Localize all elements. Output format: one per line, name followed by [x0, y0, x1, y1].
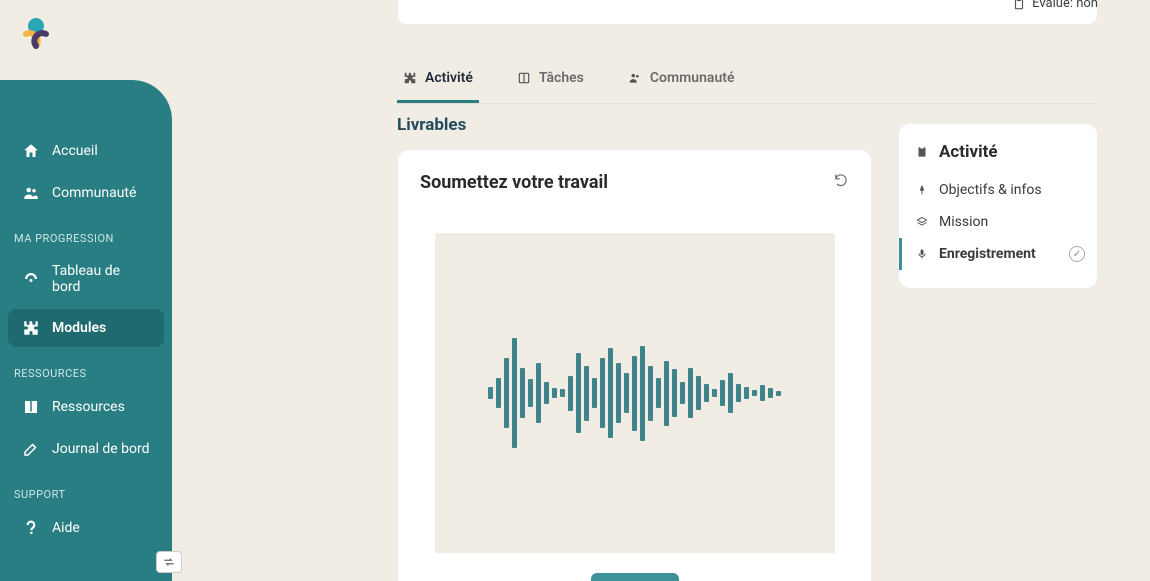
tab-taches[interactable]: Tâches: [511, 60, 590, 103]
sidebar-item-communaute[interactable]: Communauté: [8, 174, 164, 212]
book-icon: [22, 398, 40, 416]
layers-icon: [915, 215, 929, 229]
pin-icon: [915, 183, 929, 197]
sidebar: Accueil Communauté MA PROGRESSION Tablea…: [0, 80, 172, 581]
previous-card-edge: [397, 0, 1098, 25]
panel-title-text: Activité: [939, 142, 998, 162]
sidebar-group-progression: MA PROGRESSION: [0, 214, 172, 251]
app-logo[interactable]: [16, 14, 56, 58]
activity-item-label: Objectifs & infos: [939, 182, 1042, 198]
sidebar-item-label: Tableau de bord: [52, 263, 150, 295]
sidebar-item-label: Aide: [52, 520, 80, 536]
sidebar-item-label: Journal de bord: [52, 441, 150, 457]
sidebar-item-label: Communauté: [52, 185, 136, 201]
edit-icon: [22, 440, 40, 458]
users-icon: [22, 184, 40, 202]
submit-card: Soumettez votre travail Stop: [397, 149, 872, 581]
activity-panel: Activité Objectifs & infos Mission Enreg…: [898, 123, 1098, 289]
sidebar-item-aide[interactable]: Aide: [8, 509, 164, 547]
check-circle-icon: ✓: [1069, 246, 1085, 262]
activity-item-enregistrement[interactable]: Enregistrement ✓: [899, 238, 1097, 270]
waveform-icon: [488, 338, 781, 448]
columns-icon: [517, 71, 531, 85]
activity-panel-title: Activité: [899, 138, 1097, 174]
activity-item-label: Mission: [939, 214, 988, 230]
sidebar-group-ressources: RESSOURCES: [0, 349, 172, 386]
card-title: Soumettez votre travail: [420, 172, 849, 193]
sidebar-item-label: Ressources: [52, 399, 125, 415]
mic-icon: [915, 247, 929, 261]
waveform-display: [435, 233, 835, 553]
section-title-livrables: Livrables: [397, 115, 872, 135]
undo-button[interactable]: [829, 168, 853, 192]
evaluation-text: Évalué: non: [1032, 0, 1098, 11]
clipboard-icon: [915, 145, 929, 159]
activity-item-objectifs[interactable]: Objectifs & infos: [899, 174, 1097, 206]
main-content: Évalué: non Activité Tâches Communauté L…: [172, 0, 1150, 581]
sidebar-item-label: Accueil: [52, 143, 98, 159]
tab-label: Activité: [425, 70, 473, 86]
sidebar-item-dashboard[interactable]: Tableau de bord: [8, 253, 164, 305]
puzzle-icon: [403, 71, 417, 85]
tab-activite[interactable]: Activité: [397, 60, 479, 103]
activity-item-mission[interactable]: Mission: [899, 206, 1097, 238]
home-icon: [22, 142, 40, 160]
question-icon: [22, 519, 40, 537]
stop-button[interactable]: Stop: [591, 573, 679, 581]
users-icon: [628, 71, 642, 85]
activity-item-label: Enregistrement: [939, 246, 1036, 262]
gauge-icon: [22, 270, 40, 288]
tab-label: Communauté: [650, 70, 735, 86]
sidebar-item-label: Modules: [52, 320, 106, 336]
sidebar-group-support: SUPPORT: [0, 470, 172, 507]
sidebar-item-modules[interactable]: Modules: [8, 309, 164, 347]
tab-communaute[interactable]: Communauté: [622, 60, 741, 103]
tab-label: Tâches: [539, 70, 584, 86]
sidebar-item-journal[interactable]: Journal de bord: [8, 430, 164, 468]
content-tabs: Activité Tâches Communauté: [397, 60, 1098, 104]
puzzle-icon: [22, 319, 40, 337]
sidebar-item-accueil[interactable]: Accueil: [8, 132, 164, 170]
evaluation-badge: Évalué: non: [1012, 0, 1098, 11]
sidebar-item-ressources[interactable]: Ressources: [8, 388, 164, 426]
clipboard-icon: [1012, 0, 1026, 11]
